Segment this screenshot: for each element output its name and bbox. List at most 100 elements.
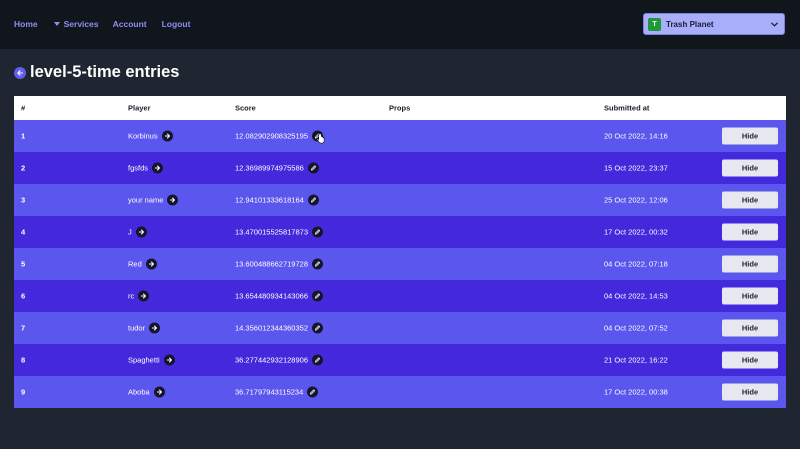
view-player-button[interactable] bbox=[161, 130, 173, 142]
score-value: 36.71797943115234 bbox=[235, 387, 304, 397]
row-number: 5 bbox=[21, 259, 26, 269]
score-cell: 13.600488662719728 bbox=[235, 258, 323, 270]
back-button[interactable] bbox=[14, 66, 26, 79]
table-row: 5 Red 13.600488662719728 04 Oct 2022, 07:18… bbox=[14, 248, 786, 280]
hide-button[interactable]: Hide bbox=[722, 127, 778, 145]
row-number: 9 bbox=[21, 387, 26, 397]
submitted-at: 04 Oct 2022, 07:18 bbox=[604, 259, 668, 269]
player-cell: fgsfds bbox=[128, 162, 164, 174]
score-cell: 12.94101333618164 bbox=[235, 194, 319, 206]
edit-score-button[interactable] bbox=[307, 162, 319, 174]
player-name: J bbox=[128, 227, 132, 237]
player-name: Aboba bbox=[128, 387, 150, 397]
submitted-at: 25 Oct 2022, 12:06 bbox=[604, 195, 668, 205]
view-player-button[interactable] bbox=[153, 386, 165, 398]
team-selector[interactable]: T Trash Planet bbox=[643, 13, 785, 35]
hide-button[interactable]: Hide bbox=[722, 255, 778, 273]
score-cell: 12.082902908325195 bbox=[235, 130, 323, 142]
arrow-right-icon bbox=[138, 229, 144, 235]
score-cell: 13.654480934143066 bbox=[235, 290, 323, 302]
table-row: 1 Korbinus 12.082902908325195 20 Oct 2022, … bbox=[14, 120, 786, 152]
team-avatar: T bbox=[648, 17, 661, 31]
caret-down-icon bbox=[53, 22, 60, 26]
top-navbar: Home Services Account Logout T Trash Pla… bbox=[0, 0, 800, 49]
table-row: 3 your name 12.94101333618164 25 Oct 2022, … bbox=[14, 184, 786, 216]
nav-home-link[interactable]: Home bbox=[14, 19, 38, 29]
edit-score-button[interactable] bbox=[307, 386, 319, 398]
score-value: 12.94101333618164 bbox=[235, 195, 304, 205]
hide-button[interactable]: Hide bbox=[722, 383, 778, 401]
score-value: 36.277442932128906 bbox=[235, 355, 308, 365]
pencil-icon bbox=[315, 357, 321, 363]
hide-button[interactable]: Hide bbox=[722, 319, 778, 337]
table-body: 1 Korbinus 12.082902908325195 20 Oct 2022, … bbox=[14, 120, 786, 408]
view-player-button[interactable] bbox=[152, 162, 164, 174]
player-cell: your name bbox=[128, 194, 179, 206]
row-number: 4 bbox=[21, 227, 26, 237]
view-player-button[interactable] bbox=[163, 354, 175, 366]
pencil-icon bbox=[315, 261, 321, 267]
edit-score-button[interactable] bbox=[312, 322, 323, 334]
view-player-button[interactable] bbox=[138, 290, 150, 302]
submitted-at: 17 Oct 2022, 00:38 bbox=[604, 387, 668, 397]
pencil-icon bbox=[315, 229, 321, 235]
edit-score-button[interactable] bbox=[312, 258, 323, 270]
score-cell: 36.277442932128906 bbox=[235, 354, 323, 366]
player-name: rc bbox=[128, 291, 135, 301]
score-value: 14.356012344360352 bbox=[235, 323, 308, 333]
player-name: fgsfds bbox=[128, 163, 149, 173]
view-player-button[interactable] bbox=[135, 226, 147, 238]
view-player-button[interactable] bbox=[167, 194, 179, 206]
edit-score-button[interactable] bbox=[312, 290, 323, 302]
table-row: 2 fgsfds 12.36989974975586 15 Oct 2022, 23:… bbox=[14, 152, 786, 184]
score-value: 12.36989974975586 bbox=[235, 163, 304, 173]
arrow-right-icon bbox=[166, 357, 172, 363]
table-header: # Player Score Props Submitted at bbox=[14, 96, 786, 120]
pencil-icon bbox=[310, 389, 316, 395]
submitted-at: 21 Oct 2022, 16:22 bbox=[604, 355, 668, 365]
table-row: 7 tudor 14.356012344360352 04 Oct 2022, 07:… bbox=[14, 312, 786, 344]
hide-button[interactable]: Hide bbox=[722, 223, 778, 241]
arrow-right-icon bbox=[170, 197, 176, 203]
edit-score-button[interactable] bbox=[312, 226, 323, 238]
hide-button[interactable]: Hide bbox=[722, 287, 778, 305]
player-name: your name bbox=[128, 195, 164, 205]
pencil-icon bbox=[315, 325, 321, 331]
table-row: 9 Aboba 36.71797943115234 17 Oct 2022, 00:3… bbox=[14, 376, 786, 408]
header-num: # bbox=[21, 103, 26, 113]
chevron-down-icon bbox=[771, 22, 778, 26]
table-row: 6 rc 13.654480934143066 04 Oct 2022, 14:53 H… bbox=[14, 280, 786, 312]
submitted-at: 04 Oct 2022, 14:53 bbox=[604, 291, 668, 301]
nav-services-dropdown[interactable]: Services bbox=[53, 19, 99, 29]
row-number: 3 bbox=[21, 195, 26, 205]
hide-button[interactable]: Hide bbox=[722, 159, 778, 177]
arrow-left-icon bbox=[17, 69, 23, 76]
nav-account-link[interactable]: Account bbox=[113, 19, 147, 29]
row-number: 1 bbox=[21, 131, 26, 141]
hide-button[interactable]: Hide bbox=[722, 191, 778, 209]
header-score: Score bbox=[235, 103, 256, 113]
mouse-cursor-icon bbox=[316, 133, 325, 144]
view-player-button[interactable] bbox=[145, 258, 157, 270]
score-cell: 12.36989974975586 bbox=[235, 162, 319, 174]
score-cell: 14.356012344360352 bbox=[235, 322, 323, 334]
row-number: 2 bbox=[21, 163, 26, 173]
player-name: Korbinus bbox=[128, 131, 158, 141]
edit-score-button[interactable] bbox=[307, 194, 319, 206]
player-name: Spaghetti bbox=[128, 355, 160, 365]
header-props: Props bbox=[389, 103, 411, 113]
view-player-button[interactable] bbox=[149, 322, 161, 334]
nav-logout-link[interactable]: Logout bbox=[162, 19, 191, 29]
header-player: Player bbox=[128, 103, 151, 113]
edit-score-button[interactable] bbox=[312, 354, 323, 366]
player-cell: Spaghetti bbox=[128, 354, 175, 366]
score-cell: 13.470015525817873 bbox=[235, 226, 323, 238]
row-number: 8 bbox=[21, 355, 26, 365]
page-header: level-5-time entries bbox=[14, 63, 179, 82]
player-cell: tudor bbox=[128, 322, 161, 334]
submitted-at: 15 Oct 2022, 23:37 bbox=[604, 163, 668, 173]
hide-button[interactable]: Hide bbox=[722, 351, 778, 369]
page-title: level-5-time entries bbox=[30, 63, 180, 81]
main-nav: Home Services Account Logout bbox=[14, 19, 190, 29]
score-value: 13.470015525817873 bbox=[235, 227, 308, 237]
